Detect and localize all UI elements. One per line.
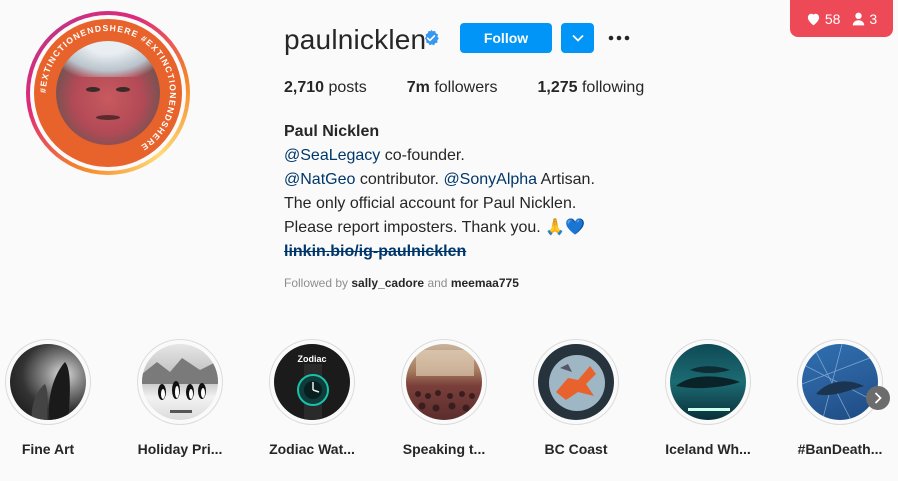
more-options-button[interactable] xyxy=(606,27,632,49)
highlight-label: Fine Art xyxy=(21,441,75,457)
whales-thumbnail xyxy=(670,344,746,420)
posts-count: 2,710 xyxy=(284,79,325,96)
bio-line-3: The only official account for Paul Nickl… xyxy=(284,195,577,212)
profile-bio: Paul Nicklen @SeaLegacy co-founder. @Nat… xyxy=(284,120,595,264)
followed-by-conjunction: and xyxy=(427,276,448,290)
follow-button[interactable]: Follow xyxy=(460,23,552,53)
mention-sealegacy[interactable]: @SeaLegacy xyxy=(284,147,380,164)
chevron-down-icon xyxy=(571,34,584,42)
likes-count: 58 xyxy=(824,10,841,27)
followers-label: followers xyxy=(434,79,498,96)
highlight-label: #BanDeath... xyxy=(797,441,883,457)
bc-coast-thumbnail xyxy=(538,344,614,420)
profile-stats: 2,710 posts 7m followers 1,275 following xyxy=(284,79,684,97)
fine-art-thumbnail xyxy=(10,344,86,420)
highlight-holiday-prints[interactable]: Holiday Pri... xyxy=(136,339,224,457)
bio-text: co-founder. xyxy=(380,147,465,164)
highlight-fine-art[interactable]: Fine Art xyxy=(4,339,92,457)
follows-count: 3 xyxy=(869,10,878,27)
bio-text: Artisan. xyxy=(537,171,595,188)
mention-natgeo[interactable]: @NatGeo xyxy=(284,171,355,188)
highlight-label: BC Coast xyxy=(544,441,608,457)
highlight-iceland-whales[interactable]: Iceland Wh... xyxy=(664,339,752,457)
following-label: following xyxy=(581,79,645,96)
username: paulnicklen xyxy=(284,24,427,55)
heart-icon xyxy=(807,13,819,25)
person-icon xyxy=(853,12,865,25)
bio-line-1: @SeaLegacy co-founder. xyxy=(284,144,595,168)
following-count: 1,275 xyxy=(537,79,578,96)
posts-label: posts xyxy=(328,79,367,96)
activity-notification[interactable]: 58 3 xyxy=(790,0,893,37)
followed-by[interactable]: Followed by sally_cadore and meemaa775 xyxy=(284,276,519,290)
profile-avatar[interactable]: #EXTINCTIONENDSHERE #EXTINCTIONENDSHERE xyxy=(26,11,190,175)
zodiac-overlay-label: Zodiac xyxy=(297,354,327,364)
chevron-right-icon xyxy=(874,392,882,404)
follower-username: meemaa775 xyxy=(450,276,519,290)
bio-link[interactable]: linkin.bio/ig-paulnicklen xyxy=(284,243,466,260)
highlight-label: Speaking t... xyxy=(402,441,486,457)
highlight-label: Iceland Wh... xyxy=(665,441,751,457)
penguins-thumbnail xyxy=(142,344,218,420)
ellipsis-icon xyxy=(608,35,630,41)
highlight-speaking-tour[interactable]: Speaking t... xyxy=(400,339,488,457)
watch-thumbnail: Zodiac xyxy=(274,344,350,420)
follower-username: sally_cadore xyxy=(351,276,425,290)
highlight-label: Zodiac Wat... xyxy=(269,441,355,457)
followed-by-prefix: Followed by xyxy=(284,276,349,290)
highlights-next-button[interactable] xyxy=(866,386,890,410)
following-stat[interactable]: 1,275 following xyxy=(537,79,644,97)
highlight-bc-coast[interactable]: BC Coast xyxy=(532,339,620,457)
dolphins-thumbnail xyxy=(802,344,878,420)
suggested-accounts-dropdown[interactable] xyxy=(561,23,594,53)
followers-count: 7m xyxy=(406,79,430,96)
bio-line-4: Please report imposters. Thank you. 🙏💙 xyxy=(284,219,586,236)
followers-stat[interactable]: 7m followers xyxy=(407,79,498,97)
full-name: Paul Nicklen xyxy=(284,123,380,140)
bio-line-2: @NatGeo contributor. @SonyAlpha Artisan. xyxy=(284,168,595,192)
mention-sonyalpha[interactable]: @SonyAlpha xyxy=(443,171,537,188)
face-photo xyxy=(56,41,160,145)
posts-stat: 2,710 posts xyxy=(284,79,367,97)
highlight-label: Holiday Pri... xyxy=(137,441,223,457)
audience-thumbnail xyxy=(406,344,482,420)
verified-badge-icon xyxy=(424,29,439,46)
highlight-zodiac-watches[interactable]: Zodiac Zodiac Wat... xyxy=(268,339,356,457)
bio-text: contributor. xyxy=(355,171,444,188)
